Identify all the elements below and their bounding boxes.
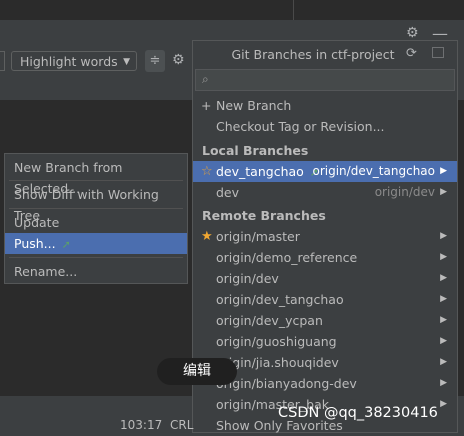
menu-item-push[interactable]: Push... ➚	[5, 233, 187, 254]
menu-separator	[9, 257, 183, 258]
local-branch-dev-tangchao[interactable]: ☆ dev_tangchao ➚ origin/dev_tangchao ▶	[193, 161, 457, 182]
chevron-right-icon: ▶	[440, 315, 447, 325]
remote-branch[interactable]: origin/dev_ycpan ▶	[193, 310, 457, 331]
top-dark-strip	[0, 0, 464, 20]
menu-item-show-diff[interactable]: Show Diff with Working Tree	[5, 184, 187, 223]
status-bar	[0, 417, 192, 433]
search-icon: ⌕	[202, 72, 209, 86]
new-branch-action[interactable]: + New Branch	[193, 95, 457, 116]
menu-item-new-branch-from-selected[interactable]: New Branch from Selected...	[5, 157, 187, 196]
chevron-down-icon: ▼	[123, 57, 130, 67]
chevron-right-icon: ▶	[440, 399, 447, 409]
chevron-right-icon: ▶	[440, 231, 447, 241]
filter-icon[interactable]: ≑	[145, 50, 165, 72]
remote-branch[interactable]: origin/demo_reference ▶	[193, 247, 457, 268]
chevron-right-icon: ▶	[440, 357, 447, 367]
star-outline-icon: ☆	[201, 164, 213, 179]
cursor-position[interactable]: 103:17	[120, 418, 162, 432]
line-separator[interactable]: CRL	[170, 418, 193, 432]
watermark: CSDN @qq_38230416	[278, 405, 438, 421]
settings-gear-icon[interactable]: ⚙	[406, 25, 419, 41]
menu-item-rename[interactable]: Rename...	[5, 261, 187, 282]
chevron-right-icon: ▶	[440, 294, 447, 304]
branch-search-input[interactable]	[218, 71, 452, 91]
remote-branch[interactable]: ★ origin/master ▶	[193, 226, 457, 247]
menu-separator	[9, 180, 183, 181]
remote-branch[interactable]: origin/dev_tangchao ▶	[193, 289, 457, 310]
chevron-right-icon: ▶	[440, 336, 447, 346]
chevron-right-icon: ▶	[440, 166, 447, 176]
checkout-tag-action[interactable]: Checkout Tag or Revision...	[193, 116, 457, 137]
local-branches-header: Local Branches	[202, 143, 309, 158]
push-arrow-icon: ➚	[61, 238, 71, 251]
chevron-right-icon: ▶	[440, 252, 447, 262]
menu-separator	[9, 208, 183, 209]
highlight-words-select[interactable]: Highlight words ▼	[11, 51, 137, 71]
branch-context-menu: New Branch from Selected... Show Diff wi…	[4, 153, 188, 284]
popup-title: Git Branches in ctf-project	[231, 47, 395, 62]
gear-icon[interactable]: ⚙	[172, 52, 185, 68]
chevron-right-icon: ▶	[440, 378, 447, 388]
highlight-words-label: Highlight words	[20, 54, 118, 69]
chevron-right-icon: ▶	[440, 187, 447, 197]
top-divider	[293, 0, 294, 20]
edit-tooltip: 编辑	[157, 358, 237, 385]
branch-search[interactable]: ⌕	[195, 69, 455, 91]
plus-icon: +	[201, 98, 212, 113]
remote-branches-header: Remote Branches	[202, 208, 326, 223]
star-filled-icon: ★	[201, 229, 213, 244]
refresh-icon[interactable]: ⟳	[406, 46, 417, 61]
remote-branch[interactable]: origin/guoshiguang ▶	[193, 331, 457, 352]
remote-branch[interactable]: origin/dev ▶	[193, 268, 457, 289]
window-icon[interactable]	[432, 47, 444, 58]
chevron-right-icon: ▶	[440, 273, 447, 283]
menu-item-update[interactable]: Update	[5, 212, 187, 233]
left-input-stub[interactable]	[0, 51, 5, 71]
local-branch-dev[interactable]: dev origin/dev ▶	[193, 182, 457, 203]
